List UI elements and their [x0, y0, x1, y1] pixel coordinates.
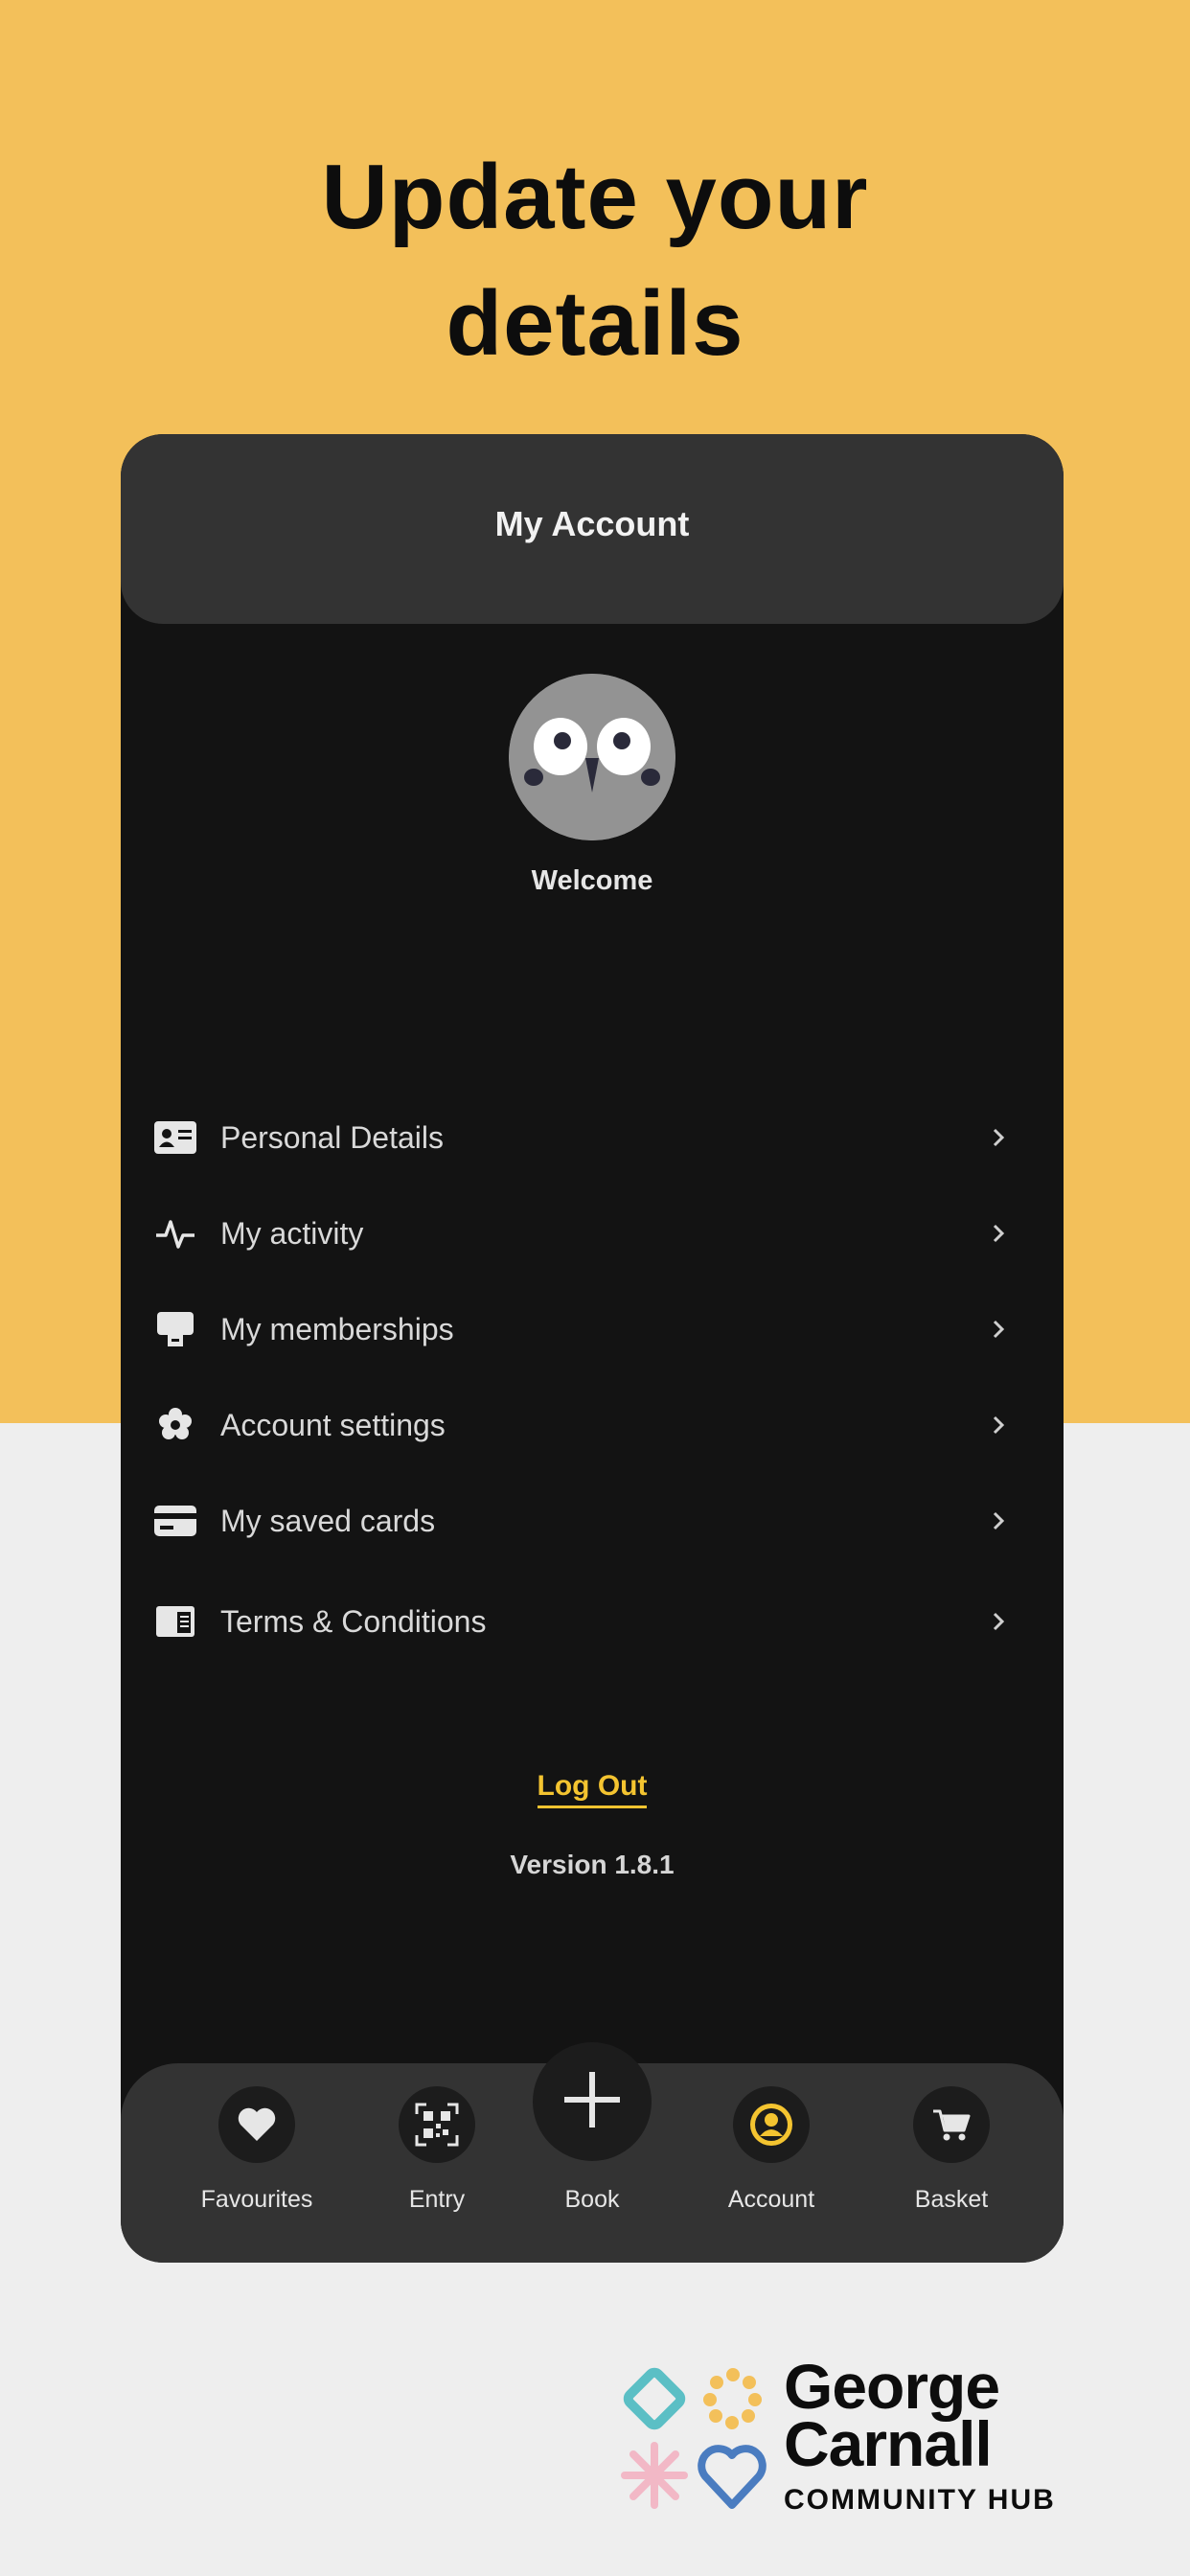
menu-item-label: Terms & Conditions	[220, 1603, 487, 1639]
chevron-right-icon	[987, 1610, 1010, 1633]
menu-item-terms-conditions[interactable]: Terms & Conditions	[121, 1578, 1064, 1665]
tab-label: Account	[727, 2186, 815, 2213]
chevron-right-icon	[987, 1126, 1010, 1149]
welcome-text: Welcome	[531, 865, 653, 896]
id-card-icon	[153, 1116, 197, 1160]
activity-icon	[153, 1211, 197, 1255]
menu-item-my-saved-cards[interactable]: My saved cards	[121, 1478, 1064, 1564]
plus-icon	[561, 2068, 624, 2136]
membership-card-icon	[153, 1307, 197, 1351]
brand-tagline: COMMUNITY HUB	[784, 2484, 1056, 2516]
brand-name-line-2: Carnall	[784, 2408, 993, 2479]
page-title: My Account	[494, 504, 690, 543]
menu-item-my-activity[interactable]: My activity	[121, 1190, 1064, 1276]
tab-label: Entry	[408, 2186, 466, 2213]
menu-item-label: My activity	[220, 1215, 364, 1251]
menu-item-label: My saved cards	[220, 1503, 436, 1538]
tab-label: Basket	[914, 2186, 989, 2213]
tab-label: Favourites	[200, 2186, 313, 2213]
document-icon	[153, 1599, 197, 1644]
avatar[interactable]	[509, 674, 675, 840]
brand-logo: George Carnall COMMUNITY HUB	[617, 2351, 1077, 2520]
menu-item-label: Account settings	[220, 1407, 446, 1442]
brand-wordmark: George Carnall COMMUNITY HUB	[784, 2351, 1056, 2517]
qr-code-icon	[399, 2086, 475, 2163]
app-header: My Account	[121, 434, 1064, 624]
tab-label: Book	[564, 2186, 620, 2213]
tab-basket[interactable]: Basket	[875, 2063, 1028, 2263]
cart-icon	[913, 2086, 990, 2163]
phone-screen: My Account Welcome Personal Details My a…	[121, 434, 1064, 2263]
brand-name-line-1: George	[784, 2351, 1000, 2422]
tab-favourites[interactable]: Favourites	[180, 2063, 333, 2263]
logout-container: Log Out	[121, 1770, 1064, 1808]
book-plus-button[interactable]	[533, 2042, 652, 2161]
menu-item-label: My memberships	[220, 1311, 454, 1346]
chevron-right-icon	[987, 1222, 1010, 1245]
menu-item-label: Personal Details	[220, 1119, 444, 1155]
headline-line-1: Update your	[321, 146, 869, 248]
credit-card-icon	[153, 1499, 197, 1543]
settings-gear-icon	[153, 1403, 197, 1447]
logout-link[interactable]: Log Out	[537, 1770, 648, 1808]
user-circle-icon	[733, 2086, 810, 2163]
chevron-right-icon	[987, 1414, 1010, 1437]
tab-account[interactable]: Account	[695, 2063, 848, 2263]
heart-icon	[218, 2086, 295, 2163]
brand-mark-icon	[617, 2361, 770, 2515]
chevron-right-icon	[987, 1318, 1010, 1341]
menu-item-account-settings[interactable]: Account settings	[121, 1382, 1064, 1468]
promo-headline: Update your details	[0, 134, 1190, 387]
headline-line-2: details	[446, 272, 744, 375]
menu-item-my-memberships[interactable]: My memberships	[121, 1286, 1064, 1372]
chevron-right-icon	[987, 1509, 1010, 1532]
tab-entry[interactable]: Entry	[360, 2063, 514, 2263]
menu-item-personal-details[interactable]: Personal Details	[121, 1094, 1064, 1181]
version-text: Version 1.8.1	[510, 1850, 675, 1879]
